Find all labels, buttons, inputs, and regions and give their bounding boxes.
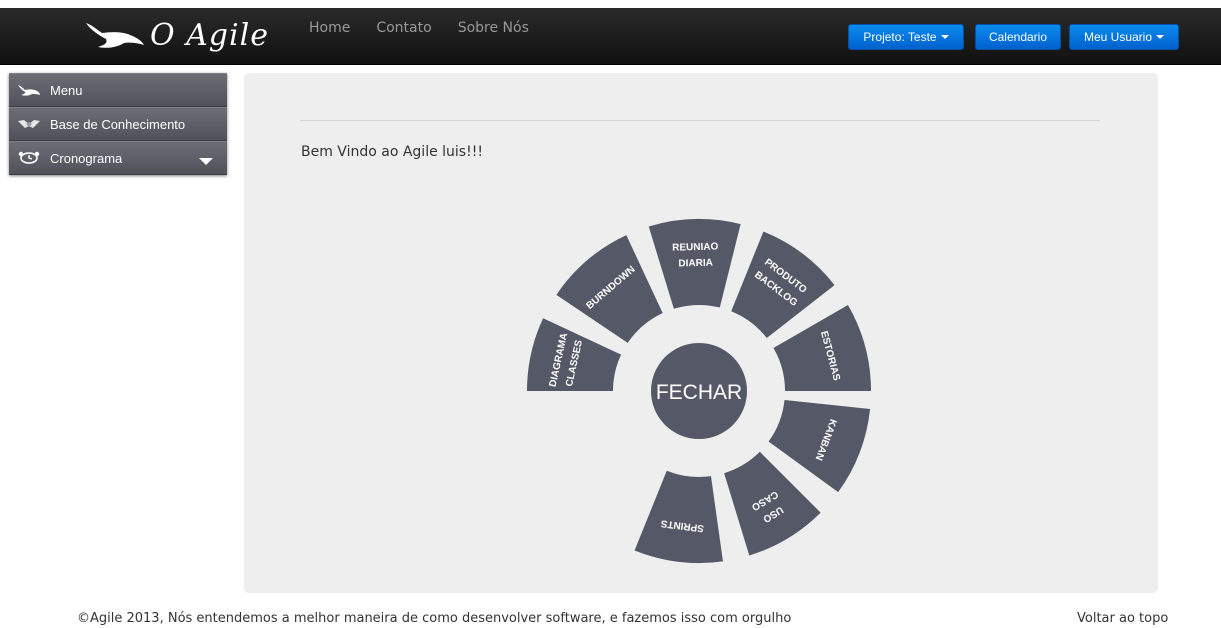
sidebar-item-label: Menu	[50, 82, 83, 98]
brand-title: O Agile	[150, 17, 269, 53]
radial-menu: DIAGRAMACLASSESBURNDOWNREUNIAODIARIA PROD…	[527, 219, 871, 563]
sidebar-item-base-conhecimento[interactable]: Base de Conhecimento	[9, 107, 227, 141]
bird-icon	[17, 82, 41, 98]
user-dropdown-button[interactable]: Meu Usuario	[1069, 24, 1179, 50]
sidebar-item-menu[interactable]: Menu	[9, 73, 227, 107]
nav-links: Home Contato Sobre Nós	[309, 8, 555, 48]
sidebar-item-label: Base de Conhecimento	[50, 116, 186, 132]
sidebar: Menu Base de Conhecimento Cronograma	[9, 73, 227, 175]
main-panel: Bem Vindo ao Agile luis!!! DIAGRAMA CLASS…	[244, 73, 1158, 593]
calendar-button[interactable]: Calendario	[975, 24, 1061, 50]
sidebar-item-label: Cronograma	[50, 150, 123, 166]
back-to-top-link[interactable]: Voltar ao topo	[1077, 611, 1168, 626]
bird-icon	[84, 19, 146, 51]
sidebar-item-cronograma[interactable]: Cronograma	[9, 141, 227, 175]
chevron-down-icon[interactable]	[199, 158, 213, 165]
nav-link-contato[interactable]: Contato	[376, 20, 431, 36]
top-navbar: O Agile Home Contato Sobre Nós Projeto: …	[0, 8, 1221, 65]
caret-down-icon	[940, 35, 949, 39]
footer-copyright: ©Agile 2013, Nós entendemos a melhor man…	[77, 611, 792, 626]
segment-label-text: DIARIA	[678, 258, 713, 270]
clock-icon	[17, 150, 41, 166]
nav-link-sobre[interactable]: Sobre Nós	[458, 20, 529, 36]
close-menu-label: FECHAR	[656, 381, 742, 404]
calendar-button-label: Calendario	[988, 30, 1048, 44]
project-dropdown-button[interactable]: Projeto: Teste	[848, 24, 964, 50]
brand[interactable]: O Agile	[84, 12, 269, 58]
nav-link-home[interactable]: Home	[309, 20, 350, 36]
handshake-icon	[17, 116, 41, 132]
user-button-label: Meu Usuario	[1083, 30, 1153, 44]
project-button-label: Projeto: Teste	[863, 30, 937, 44]
caret-down-icon	[1156, 35, 1165, 39]
segment-label-text: REUNIAO	[672, 241, 719, 253]
radial-menu-segment[interactable]	[634, 470, 723, 563]
